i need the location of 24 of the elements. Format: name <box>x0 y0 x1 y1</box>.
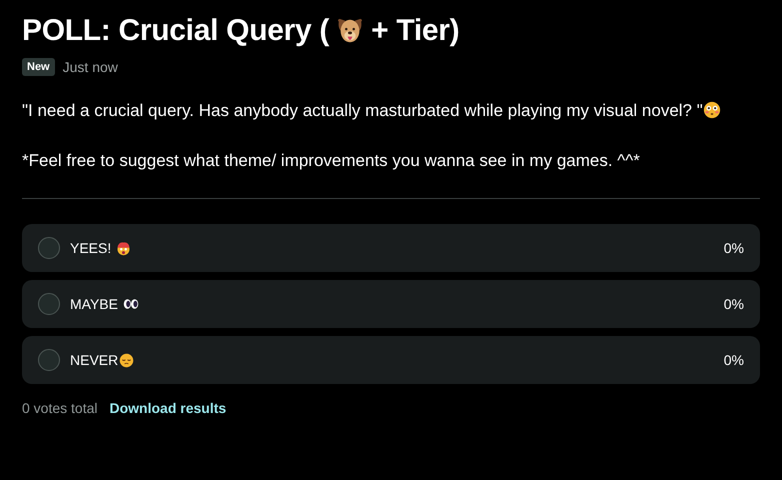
poll-option[interactable]: MAYBE 0% <box>22 280 760 328</box>
radio-button[interactable] <box>38 293 60 315</box>
vote-total: 0 votes total <box>22 400 98 416</box>
flushed-face-icon <box>702 101 721 119</box>
post-title: + Tier) <box>371 14 460 48</box>
option-percent: 0% <box>724 240 744 256</box>
option-percent: 0% <box>724 352 744 368</box>
download-results-link[interactable]: Download results <box>110 400 226 416</box>
poll-option[interactable]: YEES! 0% <box>22 224 760 272</box>
post-title: POLL: Crucial Query ( <box>22 14 330 48</box>
post-time: Just now <box>62 59 118 75</box>
option-percent: 0% <box>724 296 744 312</box>
eyes-icon <box>122 298 139 310</box>
radio-button[interactable] <box>38 237 60 259</box>
option-label: MAYBE <box>70 296 118 312</box>
post-text: "I need a crucial query. Has anybody actually masturbated while playing my visual novel? " <box>22 101 703 120</box>
pensive-face-icon <box>119 352 134 368</box>
option-label: YEES! <box>70 240 112 256</box>
radio-button[interactable] <box>38 349 60 371</box>
exploding-head-icon <box>116 240 132 256</box>
option-label: NEVER <box>70 352 118 368</box>
poll-option[interactable]: NEVER 0% <box>22 336 760 384</box>
new-badge: New <box>22 58 55 76</box>
post-text: *Feel free to suggest what theme/ improvements you wanna see in my games. ^^* <box>22 150 641 172</box>
